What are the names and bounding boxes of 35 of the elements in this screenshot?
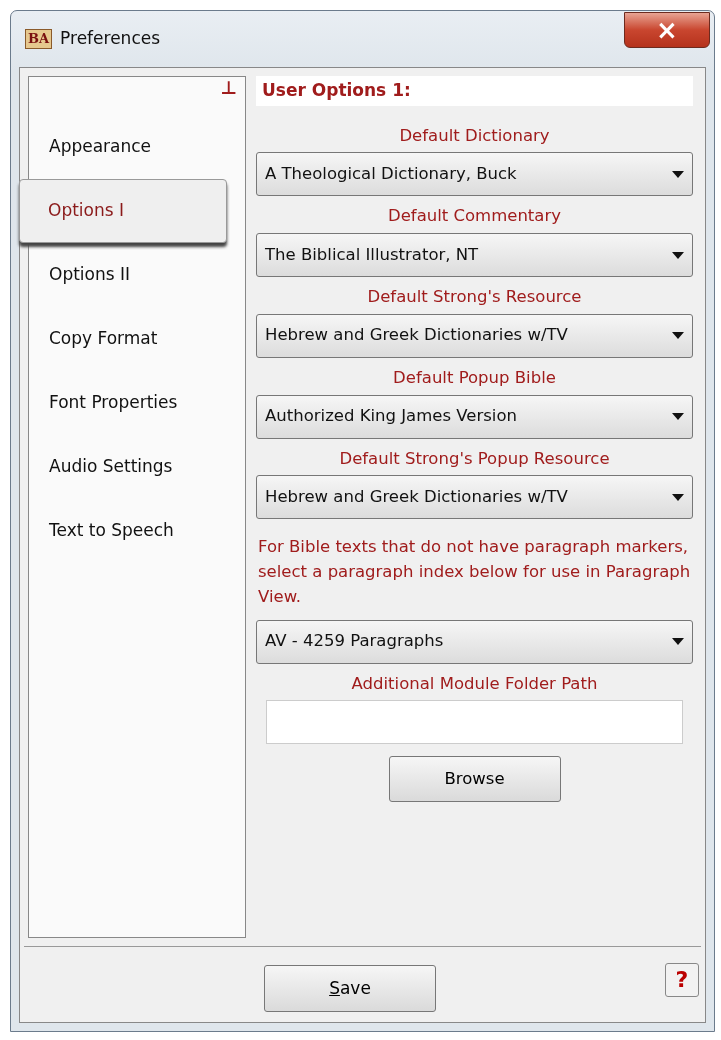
field-label: Default Strong's Resource: [366, 286, 583, 308]
field-label: Default Popup Bible: [392, 366, 557, 389]
dropdown[interactable]: Hebrew and Greek Dictionaries w/TV: [256, 313, 693, 358]
caret-icon: [672, 638, 684, 645]
caret-icon: [672, 170, 684, 178]
dropdown[interactable]: The Biblical Illustrator, NT: [256, 233, 693, 277]
input-field[interactable]: [266, 700, 683, 745]
caret-icon: [672, 413, 684, 420]
sidebar-tab[interactable]: Text to Speech: [29, 499, 245, 563]
dropdown[interactable]: Hebrew and Greek Dictionaries w/TV: [256, 475, 693, 520]
field-label: Additional Module Folder Path: [350, 672, 599, 695]
sidebar-tab[interactable]: Options I: [19, 179, 227, 243]
field-label: Default Commentary: [386, 205, 562, 228]
dropdown[interactable]: AV - 4259 Paragraphs: [256, 619, 693, 664]
app-icon: BA: [25, 29, 53, 49]
dropdown[interactable]: A Theological Dictionary, Buck: [256, 152, 693, 197]
caret-icon: [672, 332, 684, 340]
sidebar-tab[interactable]: Audio Settings: [29, 435, 245, 499]
pin-icon[interactable]: ⊥: [220, 79, 237, 97]
help-button[interactable]: ?: [665, 963, 699, 997]
caret-icon: [672, 251, 684, 259]
dropdown[interactable]: Authorized King James Version: [256, 394, 693, 439]
close-button[interactable]: ×: [624, 12, 710, 48]
field-label: Default Dictionary: [398, 124, 551, 147]
sidebar-tab[interactable]: Copy Format: [29, 307, 245, 371]
sidebar-tab[interactable]: Font Properties: [29, 371, 245, 435]
section-heading: User Options 1:: [256, 76, 693, 106]
instruction-text: For Bible texts that do not have paragraph markers, select a paragraph index below for use in Paragraph View.: [258, 536, 692, 608]
save-button[interactable]: Save: [264, 965, 436, 1012]
field-label: Default Strong's Popup Resource: [338, 447, 611, 470]
window-title: Preferences: [60, 27, 161, 51]
sidebar-tab[interactable]: Appearance: [29, 115, 245, 179]
caret-icon: [672, 493, 684, 501]
sidebar-tab[interactable]: Options II: [29, 243, 245, 307]
browse-button[interactable]: Browse: [388, 756, 561, 803]
